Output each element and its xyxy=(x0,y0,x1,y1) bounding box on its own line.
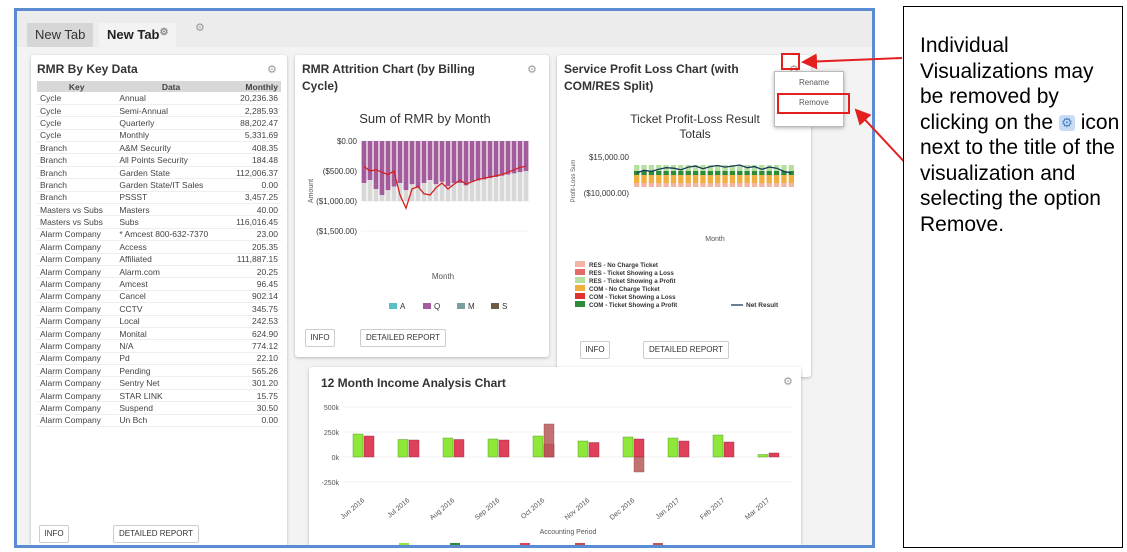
gear-icon: ⚙ xyxy=(1058,114,1075,131)
callout-text: Individual Visualizations may be removed… xyxy=(920,33,1120,237)
callout-box: Individual Visualizations may be removed… xyxy=(903,6,1123,548)
